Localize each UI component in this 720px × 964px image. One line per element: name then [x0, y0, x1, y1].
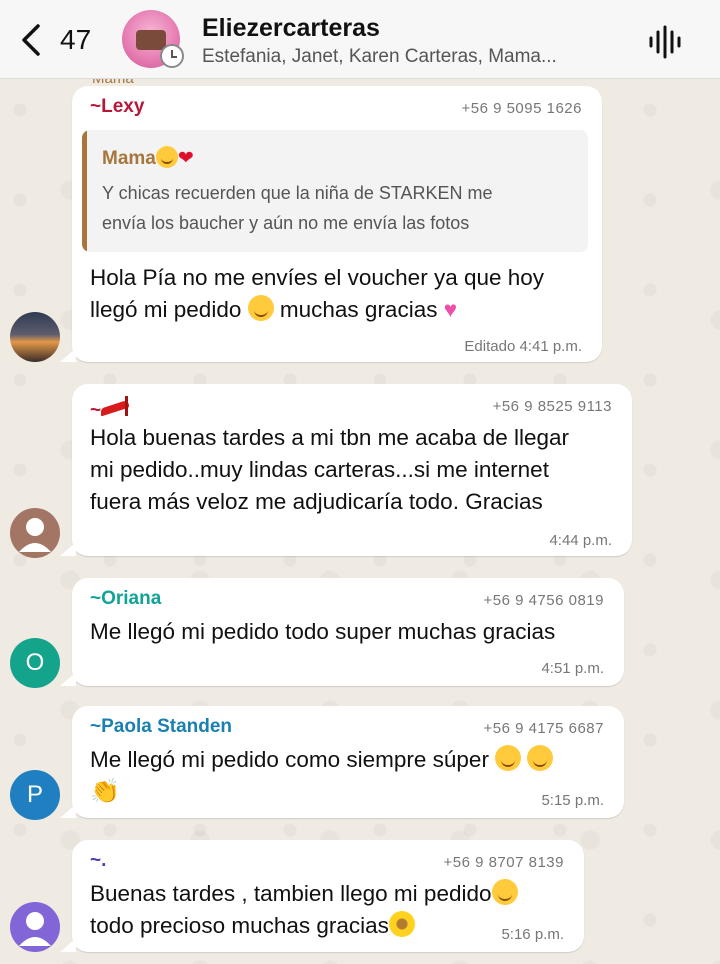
message-time: 4:51 p.m.: [541, 660, 604, 677]
sender-phone: +56 9 8525 9113: [492, 398, 612, 415]
message-bubble[interactable]: ~ +56 9 8525 9113 Hola buenas tardes a m…: [60, 384, 632, 556]
voice-chat-button[interactable]: [646, 24, 686, 60]
clapping-hands-emoji: 👏: [90, 778, 120, 805]
chevron-left-icon: [22, 24, 40, 56]
sender-name[interactable]: ~.: [90, 850, 106, 872]
message-text: Me llegó mi pedido como siempre súper 👏: [90, 744, 554, 808]
message-bubble[interactable]: ~Oriana +56 9 4756 0819 Me llegó mi pedi…: [60, 578, 624, 686]
disappearing-timer-icon: [160, 44, 184, 68]
sender-avatar[interactable]: [10, 312, 60, 362]
sender-avatar[interactable]: O: [10, 638, 60, 688]
group-name[interactable]: Eliezercarteras: [202, 14, 380, 43]
group-members[interactable]: Estefania, Janet, Karen Carteras, Mama..…: [202, 46, 557, 68]
sender-name[interactable]: ~Oriana: [90, 588, 161, 610]
sender-phone: +56 9 4756 0819: [483, 592, 604, 609]
message-text: Hola Pía no me envíes el voucher ya que …: [90, 265, 545, 322]
sender-avatar[interactable]: [10, 508, 60, 558]
sender-avatar[interactable]: [10, 902, 60, 952]
smiling-hearts-emoji: [495, 745, 522, 771]
smiling-hearts-emoji: [247, 295, 274, 321]
default-person-icon: [19, 518, 51, 552]
smiling-hearts-emoji: [527, 745, 554, 771]
sunflower-emoji: [388, 911, 415, 937]
sender-name[interactable]: ~Lexy: [90, 96, 144, 118]
message-bubble[interactable]: ~Paola Standen +56 9 4175 6687 Me llegó …: [60, 706, 624, 818]
chat-header: 47 Eliezercarteras Estefania, Janet, Kar…: [0, 0, 720, 79]
back-button[interactable]: [18, 22, 48, 58]
pink-heart-emoji: ♥: [443, 297, 458, 322]
sender-phone: +56 9 8707 8139: [443, 854, 564, 871]
sender-phone: +56 9 4175 6687: [483, 720, 604, 737]
default-person-icon: [19, 912, 51, 946]
sender-phone: +56 9 5095 1626: [461, 100, 582, 117]
message-bubble[interactable]: ~Lexy +56 9 5095 1626 Mama ❤ Y chicas rec…: [60, 86, 602, 362]
message-text: Me llegó mi pedido todo super muchas gra…: [90, 619, 556, 644]
message-time: 4:44 p.m.: [549, 532, 612, 549]
smiling-hearts-emoji: [491, 879, 518, 905]
red-heart-emoji: ❤: [177, 148, 194, 169]
message-time: 5:15 p.m.: [541, 792, 604, 809]
quoted-text: Y chicas recuerden que la niña de STARKE…: [102, 183, 493, 233]
message-time: 5:16 p.m.: [501, 926, 564, 943]
sender-name[interactable]: ~: [90, 394, 133, 422]
sender-name[interactable]: ~Paola Standen: [90, 716, 232, 738]
message-bubble[interactable]: ~. +56 9 8707 8139 Buenas tardes , tambi…: [60, 840, 584, 952]
message-text: Buenas tardes , tambien llego mi pedido …: [90, 878, 518, 942]
message-text: Hola buenas tardes a mi tbn me acaba de …: [90, 425, 570, 514]
smiling-hearts-emoji: [155, 146, 178, 168]
high-heel-emoji: [101, 394, 133, 416]
quoted-message[interactable]: Mama ❤ Y chicas recuerden que la niña de …: [82, 130, 588, 252]
quoted-sender: Mama ❤: [102, 146, 194, 169]
message-time: Editado 4:41 p.m.: [464, 338, 582, 355]
audio-waveform-icon: [649, 25, 681, 59]
unread-count[interactable]: 47: [60, 24, 91, 56]
sender-avatar[interactable]: P: [10, 770, 60, 820]
quote-bar: [82, 130, 87, 252]
